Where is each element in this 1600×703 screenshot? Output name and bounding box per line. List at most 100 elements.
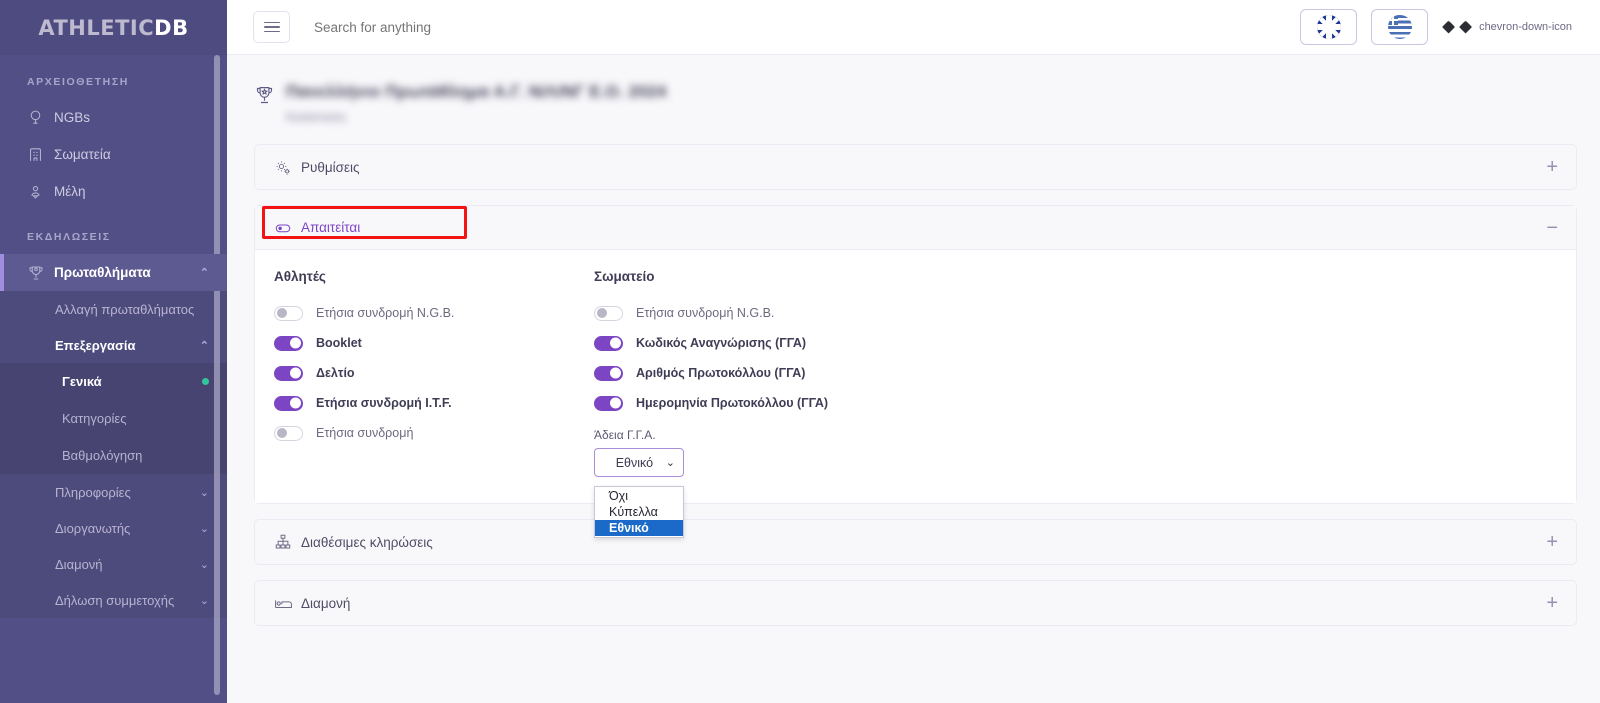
language-button-el[interactable] — [1371, 9, 1429, 45]
toggle-athlete-annual-subscription[interactable] — [274, 425, 303, 441]
toggle-row: Κωδικός Αναγνώρισης (ΓΓΑ) — [594, 328, 914, 358]
toggle-row: Δελτίο — [274, 358, 594, 388]
panel-available-draws: Διαθέσιμες κληρώσεις + — [254, 519, 1577, 565]
toggle-club-identification-code[interactable] — [594, 335, 623, 351]
sidebar-item-members[interactable]: Μέλη — [0, 173, 227, 210]
sidebar: ATHLETICDB ΑΡΧΕΙΟΘΕΤΗΣΗ NGBs Σωματεία Μέ… — [0, 0, 227, 703]
sidebar-scroll-area: ΑΡΧΕΙΟΘΕΤΗΣΗ NGBs Σωματεία Μέλη ΕΚΔΗΛΩΣΕ… — [0, 55, 227, 703]
person-pin-icon — [27, 183, 54, 200]
panel-expand-toggle[interactable]: + — [1546, 593, 1558, 613]
panel-expand-toggle[interactable]: + — [1546, 157, 1558, 177]
chevron-down-icon: ⌄ — [199, 486, 209, 499]
toggle-icon — [274, 219, 301, 237]
panel-required-header[interactable]: Απαιτείται − — [255, 206, 1576, 250]
sidebar-item-ngbs[interactable]: NGBs — [0, 99, 227, 136]
sidebar-subitem-organizer[interactable]: Διοργανωτής ⌄ — [0, 510, 227, 546]
flag-greece-icon — [1387, 15, 1412, 39]
toggle-label: Ετήσια συνδρομή — [316, 426, 414, 440]
sidebar-item-clubs[interactable]: Σωματεία — [0, 136, 227, 173]
select-option-selected[interactable]: Εθνικό — [595, 520, 683, 536]
panel-accommodation: Διαμονή + — [254, 580, 1577, 626]
column-club: Σωματείο Ετήσια συνδρομή N.G.B. Κωδικός … — [594, 269, 914, 538]
sidebar-subitem-accommodation[interactable]: Διαμονή ⌄ — [0, 546, 227, 582]
chevron-up-icon: ⌃ — [199, 267, 209, 279]
main-area: chevron-down-icon Πανελλήνιο Πρωτάθλημα … — [227, 0, 1600, 703]
panel-available-draws-header[interactable]: Διαθέσιμες κληρώσεις + — [255, 520, 1576, 564]
topbar-right-controls: chevron-down-icon — [1300, 9, 1572, 45]
field-label: Άδεια Γ.Γ.Α. — [594, 428, 656, 442]
sidebar-item-label: Μέλη — [54, 184, 86, 199]
hamburger-icon[interactable] — [253, 11, 290, 43]
avatar — [1459, 20, 1473, 34]
sidebar-subitem-label: Αλλαγή πρωταθλήματος — [55, 301, 195, 317]
search-input[interactable] — [314, 19, 734, 35]
column-title: Αθλητές — [274, 269, 326, 284]
building-icon — [27, 146, 54, 163]
sidebar-subitem-general[interactable]: Γενικά — [0, 363, 227, 400]
sidebar-subitem-entry-declaration[interactable]: Δήλωση συμμετοχής ⌄ — [0, 582, 227, 618]
sidebar-subitem-edit[interactable]: Επεξεργασία ⌃ — [0, 327, 227, 363]
toggle-athlete-booklet[interactable] — [274, 335, 303, 351]
column-athletes: Αθλητές Ετήσια συνδρομή N.G.B. Booklet Δ… — [274, 269, 594, 477]
page-content: Πανελλήνιο Πρωτάθλημα Α.Γ. Ν/Λ/ΝΓ Ε.Ο. 2… — [227, 55, 1600, 626]
toggle-label: Αριθμός Πρωτοκόλλου (ΓΓΑ) — [636, 366, 806, 380]
account-menu[interactable]: chevron-down-icon — [1442, 20, 1572, 34]
brand-logo-text: ATHLETICDB — [38, 16, 188, 40]
sidebar-item-label: Σωματεία — [54, 147, 111, 162]
panel-settings-header[interactable]: Ρυθμίσεις + — [255, 145, 1576, 189]
brand-logo[interactable]: ATHLETICDB — [0, 0, 227, 55]
sidebar-subitem-change-championship[interactable]: Αλλαγή πρωταθλήματος — [0, 291, 227, 327]
sidebar-subitem-label: Επεξεργασία — [55, 337, 136, 353]
sidebar-subitem-label: Κατηγορίες — [62, 411, 127, 426]
sidebar-subitem-scoring[interactable]: Βαθμολόγηση — [0, 437, 227, 474]
panel-expand-toggle[interactable]: + — [1546, 532, 1558, 552]
toggle-row: Ετήσια συνδρομή N.G.B. — [594, 298, 914, 328]
toggle-row: Booklet — [274, 328, 594, 358]
column-title: Σωματείο — [594, 269, 655, 284]
page-header: Πανελλήνιο Πρωτάθλημα Α.Γ. Ν/Λ/ΝΓ Ε.Ο. 2… — [254, 83, 1577, 144]
avatar — [1442, 20, 1456, 34]
sidebar-submenu: Αλλαγή πρωταθλήματος Επεξεργασία ⌃ Γενικ… — [0, 291, 227, 618]
panel-required: Απαιτείται − Αθλητές Ετήσια συνδρομή N.G… — [254, 205, 1577, 538]
toggle-athlete-ngb-subscription[interactable] — [274, 305, 303, 321]
active-indicator-dot — [202, 378, 209, 385]
panel-accommodation-header[interactable]: Διαμονή + — [255, 581, 1576, 625]
panel-required-title: Απαιτείται — [301, 220, 361, 235]
globe-icon — [27, 109, 54, 126]
gga-license-select[interactable]: Εθνικό ⌄ — [594, 448, 684, 477]
panel-collapse-toggle[interactable]: − — [1546, 218, 1558, 238]
toggle-club-ngb-subscription[interactable] — [594, 305, 623, 321]
select-option[interactable]: Όχι — [595, 488, 683, 504]
org-chart-icon — [274, 533, 301, 551]
page-subtitle: Κατάσταση — [286, 110, 346, 124]
top-bar: chevron-down-icon — [227, 0, 1600, 55]
brand-logo-part2: DB — [154, 15, 189, 40]
chevron-down-icon: chevron-down-icon — [1479, 21, 1572, 33]
sidebar-subitem-label: Βαθμολόγηση — [62, 448, 143, 463]
app-root: ATHLETICDB ΑΡΧΕΙΟΘΕΤΗΣΗ NGBs Σωματεία Μέ… — [0, 0, 1600, 703]
sidebar-subitem-information[interactable]: Πληροφορίες ⌄ — [0, 474, 227, 510]
select-option[interactable]: Κύπελλα — [595, 504, 683, 520]
trophy-gear-icon — [27, 264, 54, 282]
panel-accommodation-title: Διαμονή — [301, 595, 351, 611]
chevron-down-icon: ⌄ — [199, 558, 209, 571]
chevron-down-icon: ⌄ — [665, 457, 675, 469]
gga-license-options: Όχι Κύπελλα Εθνικό — [594, 486, 684, 538]
toggle-label: Δελτίο — [316, 366, 355, 380]
toggle-label: Ετήσια συνδρομή N.G.B. — [636, 306, 775, 320]
sidebar-item-championships[interactable]: Πρωταθλήματα ⌃ — [0, 254, 227, 291]
toggle-row: Αριθμός Πρωτοκόλλου (ΓΓΑ) — [594, 358, 914, 388]
panel-available-draws-title: Διαθέσιμες κληρώσεις — [301, 534, 433, 550]
toggle-row: Ημερομηνία Πρωτοκόλλου (ΓΓΑ) — [594, 388, 914, 418]
brand-logo-part1: ATHLETIC — [38, 15, 155, 40]
toggle-club-protocol-date[interactable] — [594, 395, 623, 411]
sidebar-item-label: NGBs — [54, 110, 91, 125]
toggle-athlete-itf-subscription[interactable] — [274, 395, 303, 411]
sidebar-section-archive-label: ΑΡΧΕΙΟΘΕΤΗΣΗ — [27, 76, 129, 88]
panel-settings: Ρυθμίσεις + — [254, 144, 1577, 190]
toggle-club-protocol-number[interactable] — [594, 365, 623, 381]
language-button-en[interactable] — [1300, 9, 1358, 45]
sidebar-subitem-categories[interactable]: Κατηγορίες — [0, 400, 227, 437]
toggle-athlete-deltio[interactable] — [274, 365, 303, 381]
sidebar-subitem-label: Γενικά — [62, 374, 102, 389]
